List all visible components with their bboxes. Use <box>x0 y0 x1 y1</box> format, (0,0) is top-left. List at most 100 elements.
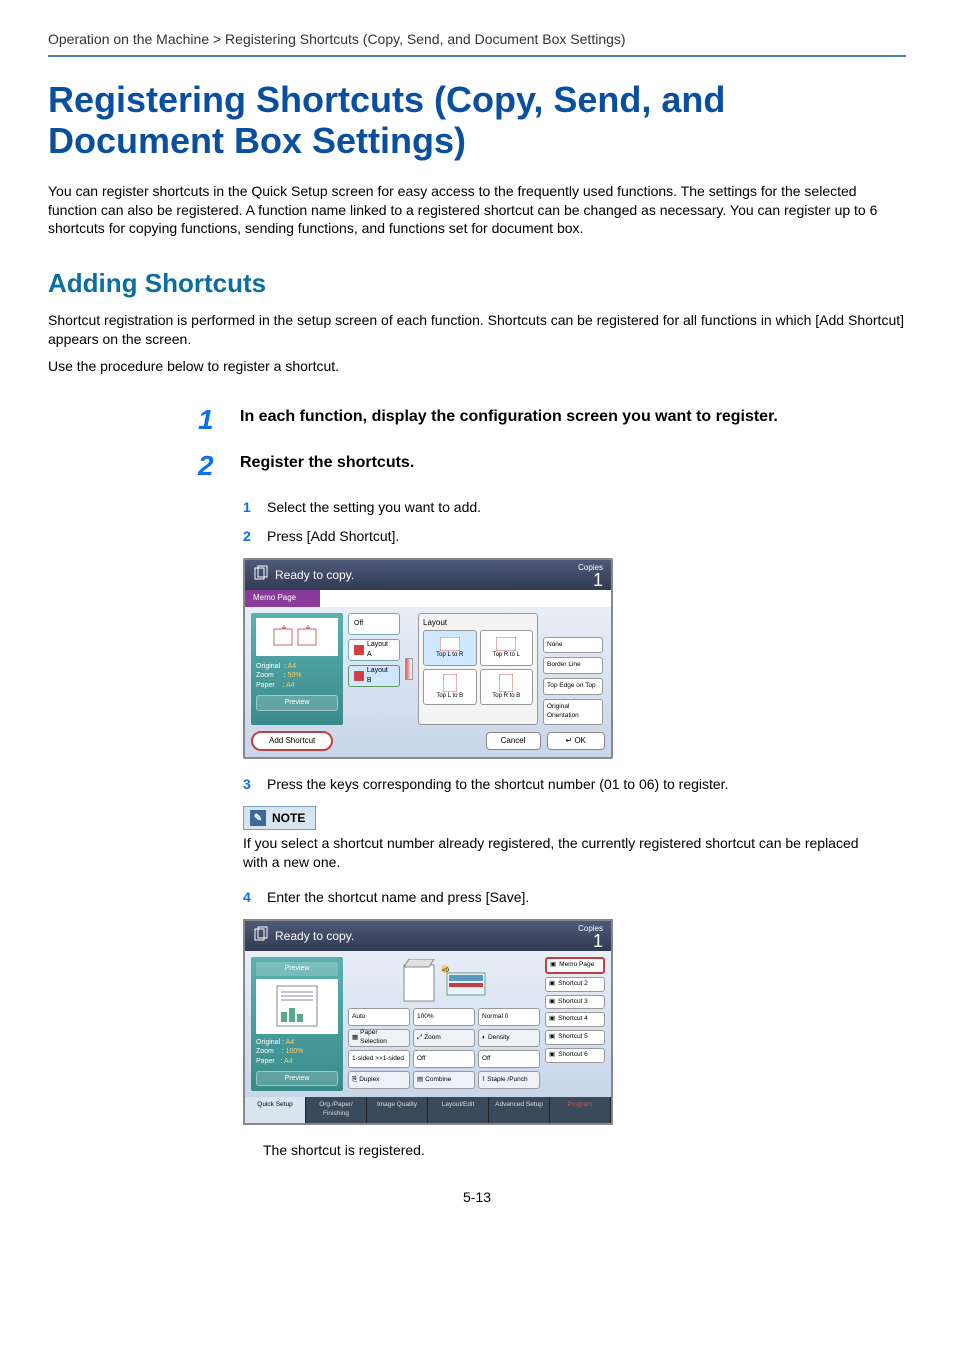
screenshot-memo-page: Ready to copy. Copies 1 Memo Page Origin… <box>243 558 906 759</box>
preview-button[interactable]: Preview <box>256 1071 338 1086</box>
copy-icon <box>253 565 269 585</box>
shortcut-icon: ▣ <box>549 998 555 1007</box>
step-2: 2 Register the shortcuts. <box>198 452 906 480</box>
section-title: Adding Shortcuts <box>48 266 906 301</box>
layout-b-icon <box>354 671 364 681</box>
shortcut-icon: ▣ <box>550 961 556 970</box>
substeps-continued-2: 4 Enter the shortcut name and press [Sav… <box>243 888 906 907</box>
option-layout-b[interactable]: Layout B <box>348 665 400 687</box>
combine-button[interactable]: ▤Combine <box>413 1071 475 1089</box>
substep-text: Enter the shortcut name and press [Save]… <box>267 888 529 907</box>
tab-program[interactable]: Program <box>550 1097 611 1123</box>
substep-4: 4 Enter the shortcut name and press [Sav… <box>243 888 906 907</box>
substep-2: 2 Press [Add Shortcut]. <box>243 527 906 546</box>
layout-top-r-to-l[interactable]: Top R to L <box>480 630 534 666</box>
preview-panel: Preview Original : A4 Zoom : 100% Paper … <box>251 957 343 1091</box>
screen-header: Ready to copy. Copies 1 <box>245 921 611 951</box>
preview-label: Preview <box>256 962 338 975</box>
copies-counter: Copies 1 <box>578 924 603 949</box>
shortcut-3[interactable]: ▣Shortcut 3 <box>545 995 605 1010</box>
preview-panel: Original : A4 Zoom : 50% Paper : A4 Prev… <box>251 613 343 725</box>
substep-1: 1 Select the setting you want to add. <box>243 498 906 517</box>
option-none[interactable]: None <box>543 637 603 654</box>
preview-button[interactable]: Preview <box>256 695 338 710</box>
header-text: Ready to copy. <box>275 928 354 944</box>
value-off2: Off <box>478 1050 540 1068</box>
layout-top-l-to-b[interactable]: Top L to B <box>423 669 477 705</box>
tab-advanced-setup[interactable]: Advanced Setup <box>489 1097 550 1123</box>
section-intro-1: Shortcut registration is performed in th… <box>48 311 906 349</box>
layout-top-r-to-b[interactable]: Top R to B <box>480 669 534 705</box>
intro-text: You can register shortcuts in the Quick … <box>48 182 906 239</box>
tab-image-quality[interactable]: Image Quality <box>367 1097 428 1123</box>
cancel-button[interactable]: Cancel <box>486 732 541 751</box>
substeps-continued: 3 Press the keys corresponding to the sh… <box>243 775 906 794</box>
value-1sided: 1-sided >>1-sided <box>348 1050 410 1068</box>
screenshot-quick-setup: Ready to copy. Copies 1 Preview Original… <box>243 919 906 1125</box>
step-1: 1 In each function, display the configur… <box>198 406 906 434</box>
layout-a-icon <box>354 645 364 655</box>
zoom-button[interactable]: ⤢Zoom <box>413 1029 475 1047</box>
density-button[interactable]: ◐Density <box>478 1029 540 1047</box>
layout-label: Layout <box>423 618 533 629</box>
density-icon: ◐ <box>482 1034 486 1043</box>
substep-3: 3 Press the keys corresponding to the sh… <box>243 775 906 794</box>
preview-thumbnail <box>256 979 338 1034</box>
duplex-button[interactable]: ⎘Duplex <box>348 1071 410 1089</box>
copies-counter: Copies 1 <box>578 563 603 588</box>
tab-quick-setup[interactable]: Quick Setup <box>245 1097 306 1123</box>
staple-icon: ⌇ <box>482 1076 485 1085</box>
value-normal0: Normal 0 <box>478 1008 540 1026</box>
substeps: 1 Select the setting you want to add. 2 … <box>243 498 906 546</box>
substep-number: 2 <box>243 527 257 546</box>
combine-icon: ▤ <box>417 1076 423 1085</box>
closing-text: The shortcut is registered. <box>263 1141 906 1160</box>
shortcut-5[interactable]: ▣Shortcut 5 <box>545 1030 605 1045</box>
step-title: In each function, display the configurat… <box>240 406 778 428</box>
shortcut-icon: ▣ <box>549 1015 555 1024</box>
layout-top-l-to-r[interactable]: Top L to R <box>423 630 477 666</box>
add-shortcut-button[interactable]: Add Shortcut <box>251 731 333 752</box>
tab-org-paper-finishing[interactable]: Org./Paper/ Finishing <box>306 1097 367 1123</box>
substep-number: 4 <box>243 888 257 907</box>
preview-thumbnail <box>256 618 338 656</box>
paper-icon: ▦ <box>352 1034 358 1043</box>
section-intro-2: Use the procedure below to register a sh… <box>48 357 906 376</box>
note-icon: ✎ <box>250 810 266 826</box>
zoom-icon: ⤢ <box>417 1034 422 1043</box>
step-title: Register the shortcuts. <box>240 452 414 474</box>
option-original-orientation[interactable]: Original Orientation <box>543 699 603 725</box>
option-top-edge[interactable]: Top Edge on Top <box>543 678 603 695</box>
chevron-right-icon[interactable] <box>405 658 413 680</box>
substep-number: 1 <box>243 498 257 517</box>
copy-icon <box>253 926 269 946</box>
staple-punch-button[interactable]: ⌇Staple /Punch <box>478 1071 540 1089</box>
paper-selection-button[interactable]: ▦Paper Selection <box>348 1029 410 1047</box>
option-off[interactable]: Off <box>348 613 400 635</box>
option-border-line[interactable]: Border Line <box>543 657 603 674</box>
shortcut-icon: ▣ <box>549 1051 555 1060</box>
note-box: ✎ NOTE If you select a shortcut number a… <box>243 806 883 872</box>
bottom-tabs: Quick Setup Org./Paper/ Finishing Image … <box>245 1097 611 1123</box>
shortcut-1[interactable]: ▣Memo Page <box>545 957 605 974</box>
substep-text: Press the keys corresponding to the shor… <box>267 775 728 794</box>
value-off1: Off <box>413 1050 475 1068</box>
header-text: Ready to copy. <box>275 567 354 583</box>
ok-button[interactable]: ↵ OK <box>547 732 606 751</box>
shortcut-icon: ▣ <box>549 1033 555 1042</box>
duplex-icon: ⎘ <box>352 1076 357 1085</box>
note-header: ✎ NOTE <box>243 806 316 830</box>
page-number: 5-13 <box>48 1188 906 1207</box>
substep-text: Select the setting you want to add. <box>267 498 481 517</box>
procedure: 1 In each function, display the configur… <box>48 406 906 1160</box>
tab-layout-edit[interactable]: Layout/Edit <box>428 1097 489 1123</box>
breadcrumb: Operation on the Machine > Registering S… <box>48 30 906 57</box>
option-layout-a[interactable]: Layout A <box>348 639 400 661</box>
note-text: If you select a shortcut number already … <box>243 834 883 872</box>
tab-memo-page[interactable]: Memo Page <box>245 590 320 607</box>
shortcut-2[interactable]: ▣Shortcut 2 <box>545 977 605 992</box>
value-100: 100% <box>413 1008 475 1026</box>
shortcut-6[interactable]: ▣Shortcut 6 <box>545 1048 605 1063</box>
substep-number: 3 <box>243 775 257 794</box>
shortcut-4[interactable]: ▣Shortcut 4 <box>545 1012 605 1027</box>
